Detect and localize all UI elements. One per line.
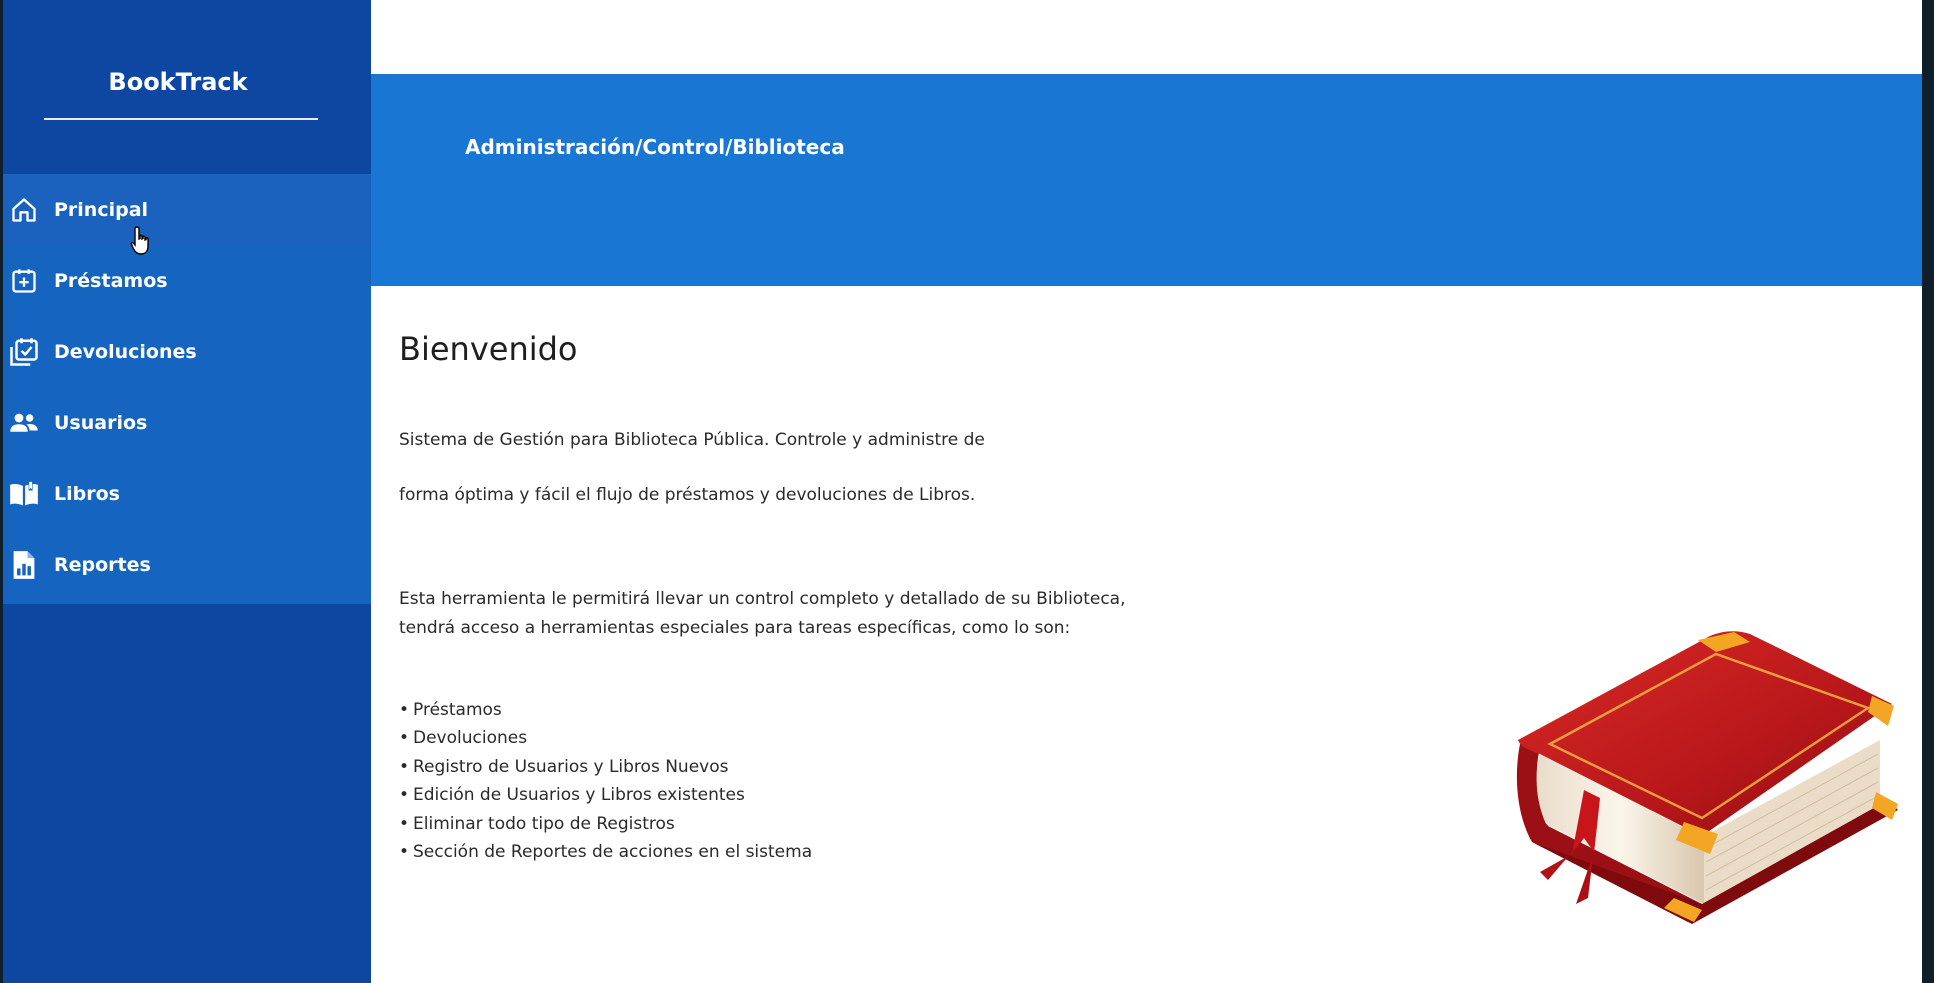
sidebar-item-label: Usuarios xyxy=(54,411,148,434)
sidebar-menu: Principal Préstamos Devoluciones Usuario… xyxy=(3,174,371,604)
description-text-line-2: tendrá acceso a herramientas especiales … xyxy=(399,618,1071,638)
open-book-icon xyxy=(9,479,39,509)
intro-text-line-1: Sistema de Gestión para Biblioteca Públi… xyxy=(399,430,985,450)
calendar-check-icon xyxy=(9,337,39,367)
sidebar-item-usuarios[interactable]: Usuarios xyxy=(3,387,371,458)
sidebar-item-label: Libros xyxy=(54,482,120,505)
sidebar-item-label: Devoluciones xyxy=(54,340,197,363)
list-item: • Eliminar todo tipo de Registros xyxy=(399,813,675,834)
list-item: • Edición de Usuarios y Libros existentes xyxy=(399,785,745,806)
page-title: Bienvenido xyxy=(399,330,578,368)
list-item: • Préstamos xyxy=(399,700,502,720)
red-book-illustration xyxy=(1516,631,1898,924)
app-title: BookTrack xyxy=(108,68,248,96)
main-content: Bienvenido Sistema de Gestión para Bibli… xyxy=(399,330,1299,862)
calendar-plus-icon xyxy=(9,266,39,296)
sidebar-item-devoluciones[interactable]: Devoluciones xyxy=(3,316,371,387)
app-window: BookTrack Principal Préstamos Devolucion… xyxy=(0,0,1934,983)
intro-text-line-2: forma óptima y fácil el flujo de préstam… xyxy=(399,485,976,505)
description-text-line-1: Esta herramienta le permitirá llevar un … xyxy=(399,589,1126,609)
sidebar-item-label: Principal xyxy=(54,198,149,221)
sidebar-item-label: Préstamos xyxy=(54,269,168,292)
sidebar-item-label: Reportes xyxy=(54,553,151,576)
report-document-icon xyxy=(9,550,39,580)
sidebar-item-principal[interactable]: Principal xyxy=(3,174,371,255)
sidebar-item-prestamos[interactable]: Préstamos xyxy=(3,245,371,316)
list-item: • Registro de Usuarios y Libros Nuevos xyxy=(399,756,729,777)
features-list: • Préstamos • Devoluciones • Registro de Us… xyxy=(399,696,812,866)
users-icon xyxy=(9,408,39,438)
list-item: • Sección de Reportes de acciones en el s… xyxy=(399,842,813,863)
header-banner: Administración/Control/Biblioteca xyxy=(371,74,1922,286)
sidebar-item-reportes[interactable]: Reportes xyxy=(3,529,371,600)
brand-area: BookTrack xyxy=(3,0,371,174)
home-icon xyxy=(9,195,39,225)
list-item: • Devoluciones xyxy=(399,728,528,749)
breadcrumb: Administración/Control/Biblioteca xyxy=(465,135,845,159)
window-edge-right xyxy=(1922,0,1934,983)
sidebar: BookTrack Principal Préstamos Devolucion… xyxy=(3,0,371,983)
brand-underline xyxy=(44,118,318,120)
sidebar-item-libros[interactable]: Libros xyxy=(3,458,371,529)
